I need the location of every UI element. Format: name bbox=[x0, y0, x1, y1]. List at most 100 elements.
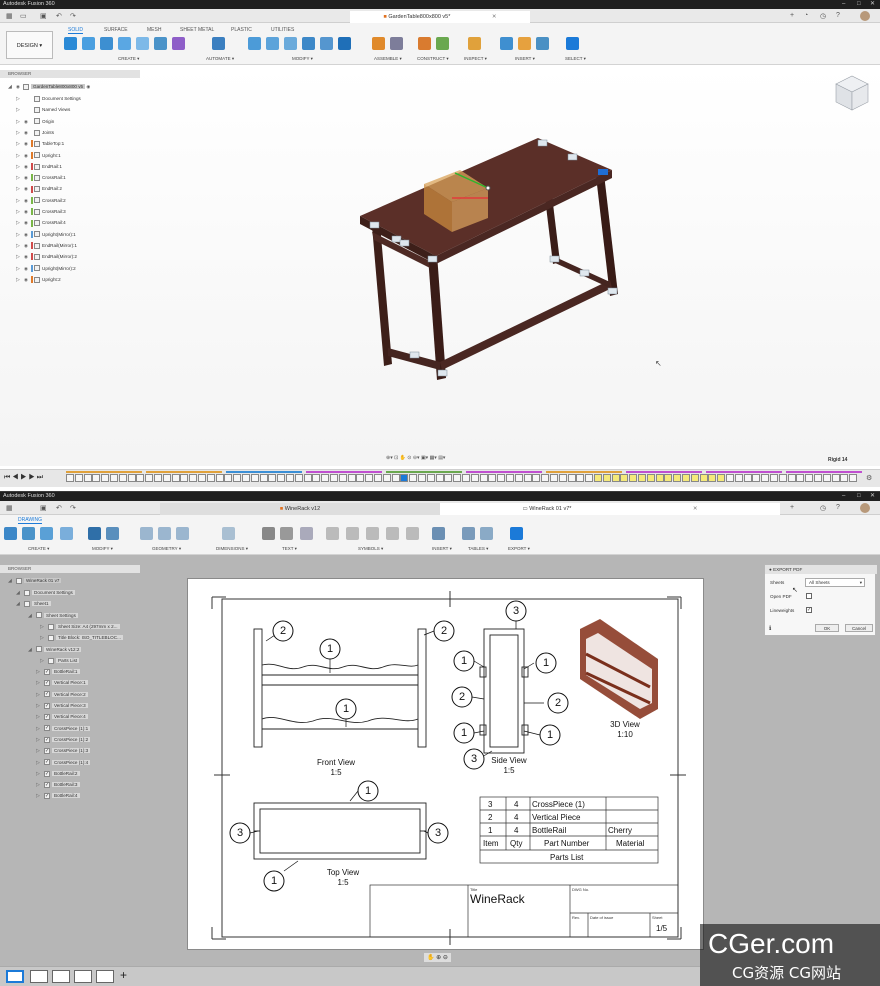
drawing-svg[interactable]: 2 2 1 1 3 1 1 2 2 1 1 3 1 3 3 1 Front Vi… bbox=[188, 579, 705, 951]
new-tab-icon-2[interactable]: + bbox=[790, 504, 794, 511]
checkbox-icon[interactable]: ✓ bbox=[44, 725, 50, 732]
timeline-feature[interactable] bbox=[242, 474, 250, 482]
group-symbols[interactable]: SYMBOLS ▾ bbox=[358, 546, 383, 552]
checkbox-icon[interactable] bbox=[24, 601, 30, 608]
timeline-feature[interactable] bbox=[699, 474, 708, 482]
timeline-feature[interactable] bbox=[770, 474, 778, 482]
expand-icon[interactable]: ◢ bbox=[16, 588, 24, 598]
timeline-feature[interactable] bbox=[734, 474, 743, 482]
group-insert-2[interactable]: INSERT ▾ bbox=[432, 546, 452, 552]
timeline-feature[interactable] bbox=[162, 474, 171, 482]
expand-icon[interactable]: ▷ bbox=[40, 633, 48, 643]
tree-item[interactable]: ▷ ◉ Upright:1 bbox=[16, 151, 61, 161]
expand-icon[interactable]: ▷ bbox=[16, 117, 24, 127]
as-built-joint-icon[interactable] bbox=[390, 37, 403, 50]
dialog-header[interactable]: ● EXPORT PDF bbox=[765, 565, 877, 574]
expand-icon[interactable]: ▷ bbox=[36, 780, 44, 790]
group-export[interactable]: EXPORT ▾ bbox=[508, 546, 530, 552]
edge-extension-icon[interactable] bbox=[176, 527, 189, 540]
timeline-feature[interactable] bbox=[118, 474, 127, 482]
visibility-icon[interactable]: ◉ bbox=[24, 218, 31, 228]
avatar[interactable] bbox=[860, 11, 870, 21]
timeline-feature[interactable] bbox=[523, 474, 532, 482]
timeline-feature[interactable] bbox=[171, 474, 180, 482]
new-component-icon[interactable] bbox=[64, 37, 77, 50]
timeline-feature[interactable] bbox=[418, 474, 426, 482]
expand-icon[interactable]: ▷ bbox=[16, 241, 24, 251]
drawing-tree-item[interactable]: ◢ Sheet Settings bbox=[28, 611, 78, 621]
drawing-tree-item[interactable]: ▷ ✓ Vertical Piece:2 bbox=[36, 690, 88, 700]
timeline-feature[interactable] bbox=[92, 474, 101, 482]
checkbox-icon[interactable]: ✓ bbox=[44, 793, 50, 800]
timeline-feature[interactable] bbox=[294, 474, 303, 482]
timeline-feature[interactable] bbox=[541, 474, 550, 482]
checkbox-icon[interactable] bbox=[48, 623, 54, 630]
tree-item[interactable]: ▷ ◉ EndRail:1 bbox=[16, 162, 62, 172]
timeline-feature[interactable] bbox=[462, 474, 470, 482]
insert-image-icon[interactable] bbox=[432, 527, 445, 540]
visibility-icon[interactable]: ◉ bbox=[24, 162, 31, 172]
expand-icon[interactable]: ▷ bbox=[16, 139, 24, 149]
automate-icon[interactable] bbox=[212, 37, 225, 50]
timeline-feature[interactable] bbox=[215, 474, 224, 482]
timeline-feature[interactable] bbox=[849, 474, 858, 482]
drawing-tree-item[interactable]: ▷ Sheet Size: A4 (297mm x 2... bbox=[40, 622, 120, 632]
timeline-feature[interactable] bbox=[347, 474, 356, 482]
chamfer-icon[interactable] bbox=[284, 37, 297, 50]
timeline-feature[interactable] bbox=[638, 474, 646, 482]
timeline-feature[interactable] bbox=[66, 474, 74, 482]
timeline-feature[interactable] bbox=[180, 474, 189, 482]
timeline-feature[interactable] bbox=[787, 474, 796, 482]
revolve-icon[interactable] bbox=[100, 37, 113, 50]
sheet-thumb-3[interactable] bbox=[52, 970, 70, 983]
redo-icon[interactable]: ↷ bbox=[70, 12, 76, 20]
redo-icon-2[interactable]: ↷ bbox=[70, 504, 76, 512]
tab-sheet-metal[interactable]: SHEET METAL bbox=[180, 27, 214, 33]
expand-icon[interactable]: ▷ bbox=[16, 275, 24, 285]
visibility-icon[interactable]: ◉ bbox=[24, 184, 31, 194]
sheet-thumb-1[interactable] bbox=[6, 970, 24, 983]
visibility-icon[interactable]: ◉ bbox=[24, 230, 31, 240]
text-icon[interactable] bbox=[262, 527, 275, 540]
timeline-feature[interactable] bbox=[470, 474, 479, 482]
open-pdf-checkbox[interactable] bbox=[806, 593, 812, 599]
timeline-feature[interactable] bbox=[558, 474, 567, 482]
insert-derive-icon[interactable] bbox=[500, 37, 513, 50]
centerline-icon[interactable] bbox=[140, 527, 153, 540]
add-sheet-icon[interactable]: + bbox=[120, 968, 127, 982]
timeline-feature[interactable] bbox=[506, 474, 514, 482]
sheets-select[interactable]: All Sheets ▾ bbox=[805, 578, 865, 587]
timeline-feature[interactable] bbox=[620, 474, 629, 482]
avatar-2[interactable] bbox=[860, 503, 870, 513]
hole-icon[interactable] bbox=[154, 37, 167, 50]
sheet-thumb-2[interactable] bbox=[30, 970, 48, 983]
rotate-icon[interactable] bbox=[106, 527, 119, 540]
visibility-icon[interactable]: ◉ bbox=[24, 139, 31, 149]
visibility-icon[interactable]: ◉ bbox=[24, 207, 31, 217]
timeline-feature[interactable] bbox=[400, 474, 409, 482]
expand-icon[interactable]: ▷ bbox=[16, 218, 24, 228]
minimize-icon-2[interactable]: – bbox=[842, 492, 845, 501]
notifications-icon[interactable]: ◷ bbox=[820, 12, 826, 20]
extensions-icon[interactable]: ◔ bbox=[804, 12, 808, 19]
tab-solid[interactable]: SOLID bbox=[68, 27, 84, 34]
grid-menu-icon-2[interactable]: ▦ bbox=[6, 504, 13, 512]
tree-item[interactable]: ▷ Document Settings bbox=[16, 94, 81, 104]
expand-icon[interactable]: ▷ bbox=[16, 252, 24, 262]
expand-icon[interactable]: ▷ bbox=[16, 128, 24, 138]
save-icon[interactable]: ▣ bbox=[40, 12, 47, 20]
group-insert[interactable]: INSERT ▾ bbox=[515, 56, 535, 62]
tab-close-icon[interactable]: ✕ bbox=[492, 14, 497, 20]
drawing-tree-item[interactable]: ▷ ✓ BottleRail:2 bbox=[36, 769, 80, 779]
timeline-feature[interactable] bbox=[382, 474, 391, 482]
timeline-feature[interactable] bbox=[814, 474, 822, 482]
checkbox-icon[interactable]: ✓ bbox=[44, 680, 50, 687]
timeline-feature[interactable] bbox=[690, 474, 699, 482]
info-icon[interactable]: ℹ bbox=[769, 625, 771, 632]
tab2-close-icon[interactable]: ✕ bbox=[693, 506, 698, 512]
timeline-feature[interactable] bbox=[83, 474, 92, 482]
timeline-feature[interactable] bbox=[655, 474, 664, 482]
export-pdf-icon[interactable] bbox=[510, 527, 523, 540]
timeline-feature[interactable] bbox=[145, 474, 154, 482]
tree-item[interactable]: ▷ ◉ CrossRail:2 bbox=[16, 196, 66, 206]
